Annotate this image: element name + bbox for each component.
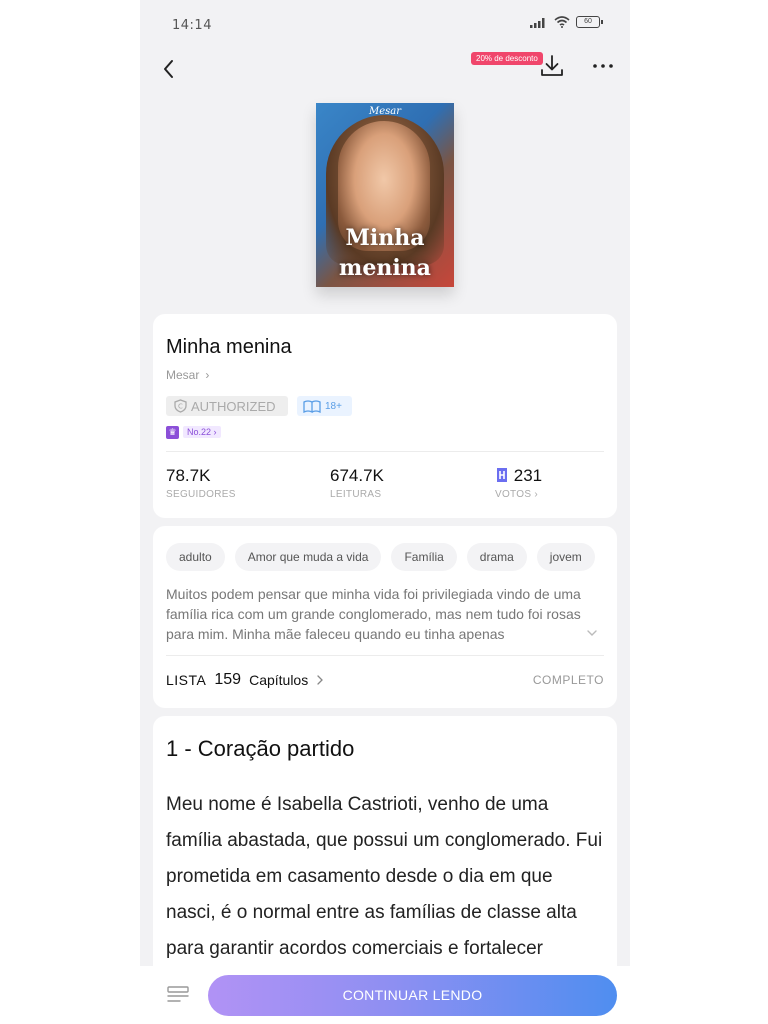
status-time: 14:14 xyxy=(172,18,212,33)
votes-label: VOTOS › xyxy=(495,489,539,500)
tag-chip[interactable]: adulto xyxy=(166,543,225,571)
chevron-right-icon: › xyxy=(205,368,210,382)
continue-reading-button[interactable]: CONTINUAR LENDO xyxy=(208,975,617,1016)
stat-votes[interactable]: 231 VOTOS › xyxy=(495,466,542,500)
chapters-unit: Capítulos xyxy=(249,672,309,688)
followers-label: SEGUIDORES xyxy=(166,489,236,500)
battery-icon: 60 xyxy=(576,16,603,28)
book-icon xyxy=(303,399,321,413)
divider xyxy=(166,451,604,452)
reads-label: LEITURAS xyxy=(330,489,382,500)
votes-row: 231 xyxy=(495,466,542,486)
vote-ticket-icon xyxy=(497,468,507,482)
shield-icon: C xyxy=(174,399,187,413)
votes-count: 231 xyxy=(513,466,543,485)
chapter-title: 1 - Coração partido xyxy=(166,736,355,761)
book-title: Minha menina xyxy=(166,336,292,358)
ranking-badge[interactable]: ♛ No.22 › xyxy=(166,425,221,439)
cover-author: Mesar xyxy=(368,106,402,117)
chapter-list-link[interactable]: LISTA 159 Capítulos COMPLETO xyxy=(166,670,604,690)
followers-count: 78.7K xyxy=(166,466,211,485)
wifi-icon xyxy=(554,16,570,28)
chevron-right-icon xyxy=(317,675,324,685)
tag-chip[interactable]: jovem xyxy=(536,543,595,571)
cover-title: Minha menina xyxy=(339,225,431,281)
bottom-bar: CONTINUAR LENDO xyxy=(140,966,630,1024)
age-rating-badge: 18+ xyxy=(297,396,352,416)
status-icons: 60 xyxy=(530,16,603,28)
authorized-label: AUTHORIZED xyxy=(191,398,276,414)
chapter-count: 159 xyxy=(214,671,242,688)
authorized-badge: C AUTHORIZED xyxy=(166,396,288,416)
stat-reads: 674.7K LEITURAS xyxy=(330,466,384,500)
ranking-icon: ♛ xyxy=(166,425,179,439)
expand-chevron-icon[interactable] xyxy=(585,626,599,640)
download-icon[interactable] xyxy=(538,52,566,80)
tag-chip[interactable]: Amor que muda a vida xyxy=(234,543,382,571)
completion-status: COMPLETO xyxy=(532,673,604,687)
reads-count: 674.7K xyxy=(330,466,384,485)
chapter-list-icon[interactable] xyxy=(166,984,190,1006)
phone-screen: 14:14 60 20% de desconto Mesar Minha men… xyxy=(140,0,630,1024)
age-label: 18+ xyxy=(325,400,342,412)
book-info-card: Minha menina Mesar › C AUTHORIZED 18+ ♛ N… xyxy=(153,314,617,518)
back-arrow-icon[interactable] xyxy=(154,54,184,84)
tag-chip[interactable]: drama xyxy=(466,543,527,571)
status-bar: 14:14 60 xyxy=(140,0,630,48)
tags-synopsis-card: adulto Amor que muda a vida Família dram… xyxy=(153,526,617,708)
author-link[interactable]: Mesar › xyxy=(166,368,209,382)
svg-text:C: C xyxy=(178,403,183,411)
tag-list: adulto Amor que muda a vida Família dram… xyxy=(166,543,606,573)
divider xyxy=(166,655,604,656)
more-options-icon[interactable] xyxy=(588,54,618,78)
synopsis-text[interactable]: Muitos podem pensar que minha vida foi p… xyxy=(166,584,590,644)
stat-followers: 78.7K SEGUIDORES xyxy=(166,466,236,500)
chapter-text: Meu nome é Isabella Castrioti, venho de … xyxy=(166,794,603,959)
tag-chip[interactable]: Família xyxy=(391,543,457,571)
ranking-label: No.22 › xyxy=(183,426,221,438)
top-navigation: 20% de desconto xyxy=(140,48,630,88)
signal-icon xyxy=(530,17,545,28)
list-label: LISTA xyxy=(166,672,207,688)
author-name: Mesar xyxy=(166,368,200,382)
discount-badge: 20% de desconto xyxy=(471,52,543,65)
book-cover[interactable]: Mesar Minha menina xyxy=(316,103,454,287)
